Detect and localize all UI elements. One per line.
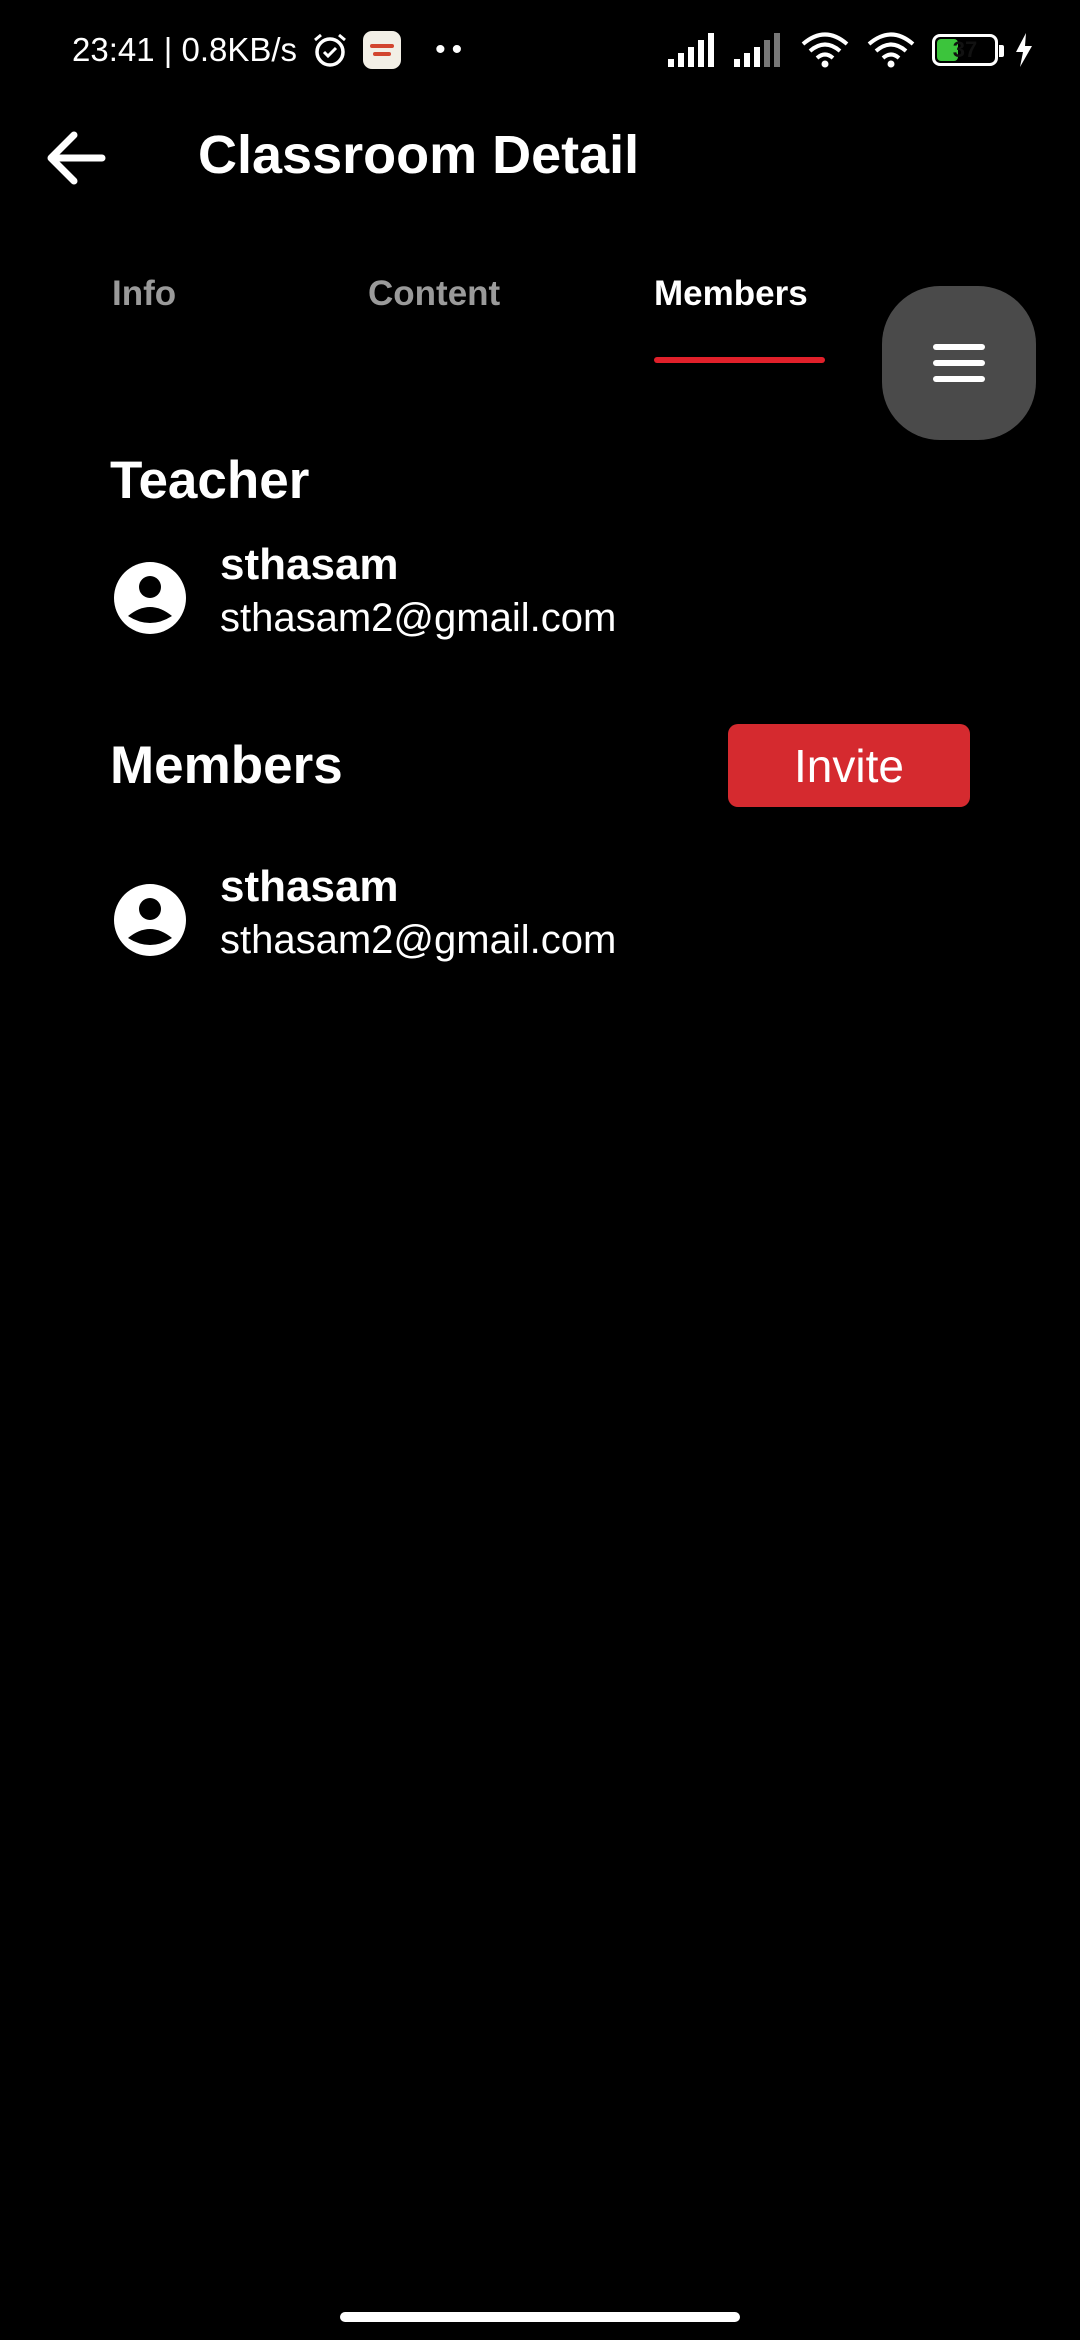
home-indicator[interactable] [340,2312,740,2322]
app-bar: Classroom Detail [0,100,1080,210]
tab-info[interactable]: Info [112,274,176,314]
menu-icon [933,344,985,382]
status-left: 23:41 | 0.8KB/s •• [72,31,468,69]
tab-members[interactable]: Members [654,274,808,314]
menu-button[interactable] [882,286,1036,440]
status-time-speed: 23:41 | 0.8KB/s [72,31,298,68]
signal-icon [734,33,780,67]
teacher-list-item[interactable]: sthasam sthasam2@gmail.com [112,540,912,660]
member-list-item[interactable]: sthasam sthasam2@gmail.com [112,862,912,982]
classroom-detail-screen: 23:41 | 0.8KB/s •• 37 Classroom Detail I… [0,0,1080,2340]
teacher-email: sthasam2@gmail.com [220,596,617,640]
member-name: sthasam [220,862,399,911]
page-title: Classroom Detail [198,125,640,185]
wifi-icon [801,32,849,68]
battery-icon: 37 [932,34,1004,66]
member-email: sthasam2@gmail.com [220,918,617,962]
teacher-name: sthasam [220,540,399,589]
active-tab-indicator [654,357,825,363]
tab-content[interactable]: Content [368,274,500,314]
alarm-icon [314,33,347,67]
invite-button[interactable]: Invite [728,724,970,807]
arrow-left-icon [47,131,106,185]
status-bar: 23:41 | 0.8KB/s •• 37 [0,0,1080,100]
account-circle-icon [114,884,186,956]
teacher-section-title: Teacher [110,451,310,510]
back-button[interactable] [40,122,112,194]
account-circle-icon [114,562,186,634]
status-right: 37 [668,31,1034,69]
members-section-title: Members [110,736,343,795]
app-notification-icon [363,31,402,69]
more-dots-icon: •• [435,33,469,66]
tab-bar: Info Content Members [0,260,880,370]
battery-level: 37 [952,37,978,62]
wifi-icon [867,32,915,68]
signal-icon [668,33,714,67]
charging-icon [1016,33,1032,67]
